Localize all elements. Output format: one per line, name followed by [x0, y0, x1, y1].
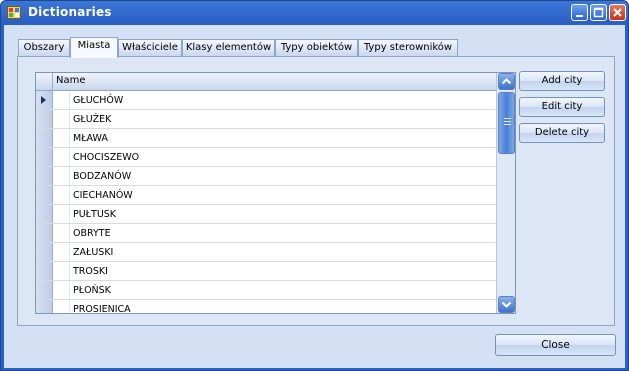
row-header[interactable]: [36, 243, 53, 261]
table-row[interactable]: BODZANÓW: [36, 167, 496, 186]
cities-grid[interactable]: Name GŁUCHÓW GŁUŻEK MŁAWA CHOCISZEWO BOD…: [35, 72, 516, 314]
row-header[interactable]: [36, 224, 53, 242]
row-header[interactable]: [36, 110, 53, 128]
window-title: Dictionaries: [28, 5, 112, 19]
city-cell[interactable]: PUŁTUSK: [73, 209, 116, 220]
close-icon: [613, 8, 622, 17]
city-cell[interactable]: CHOCISZEWO: [73, 152, 139, 163]
dialog-client-area: Obszary Miasta Właściciele Klasy element…: [4, 25, 625, 368]
delete-city-button[interactable]: Delete city: [519, 123, 605, 143]
row-header[interactable]: [36, 148, 53, 166]
app-icon: [7, 6, 21, 19]
table-row[interactable]: GŁUŻEK: [36, 110, 496, 129]
city-cell[interactable]: GŁUŻEK: [73, 114, 111, 125]
chevron-up-icon: [501, 78, 512, 85]
table-row[interactable]: PŁOŃSK: [36, 281, 496, 300]
table-row[interactable]: CIECHANÓW: [36, 186, 496, 205]
current-row-arrow-icon: [41, 96, 46, 104]
close-button[interactable]: Close: [495, 334, 616, 356]
table-row[interactable]: TROSKI: [36, 262, 496, 281]
city-cell[interactable]: MŁAWA: [73, 133, 108, 144]
city-cell[interactable]: PŁOŃSK: [73, 285, 111, 296]
tab-typy-sterownikow[interactable]: Typy sterowników: [358, 39, 458, 56]
city-cell[interactable]: PROSIENICA: [73, 304, 131, 313]
table-row[interactable]: OBRYTE: [36, 224, 496, 243]
vertical-scrollbar[interactable]: [496, 73, 515, 313]
grid-corner: [36, 73, 53, 90]
city-cell[interactable]: GŁUCHÓW: [73, 95, 123, 106]
row-header[interactable]: [36, 129, 53, 147]
scroll-thumb[interactable]: [498, 92, 515, 154]
table-row[interactable]: MŁAWA: [36, 129, 496, 148]
city-cell[interactable]: CIECHANÓW: [73, 190, 133, 201]
maximize-button[interactable]: [590, 4, 607, 21]
dictionaries-window: Dictionaries Obszary Miasta Właściciele …: [0, 0, 629, 371]
table-row[interactable]: CHOCISZEWO: [36, 148, 496, 167]
edit-city-button[interactable]: Edit city: [519, 97, 605, 117]
table-row[interactable]: PROSIENICA: [36, 300, 496, 313]
row-header[interactable]: [36, 91, 53, 109]
row-header[interactable]: [36, 186, 53, 204]
scroll-up-button[interactable]: [498, 73, 515, 90]
tab-wlasciciele[interactable]: Właściciele: [118, 39, 182, 56]
scroll-down-button[interactable]: [498, 296, 515, 313]
city-cell[interactable]: ZAŁUSKI: [73, 247, 113, 258]
table-row[interactable]: GŁUCHÓW: [36, 91, 496, 110]
row-header[interactable]: [36, 300, 53, 313]
close-window-button[interactable]: [609, 4, 626, 21]
row-header[interactable]: [36, 262, 53, 280]
grid-header: Name: [36, 73, 496, 91]
table-row[interactable]: ZAŁUSKI: [36, 243, 496, 262]
city-cell[interactable]: OBRYTE: [73, 228, 111, 239]
add-city-button[interactable]: Add city: [519, 71, 605, 91]
chevron-down-icon: [501, 301, 512, 308]
row-header[interactable]: [36, 205, 53, 223]
maximize-icon: [593, 7, 604, 18]
city-cell[interactable]: BODZANÓW: [73, 171, 131, 182]
tab-panel-miasta: Name GŁUCHÓW GŁUŻEK MŁAWA CHOCISZEWO BOD…: [17, 56, 615, 326]
title-bar[interactable]: Dictionaries: [1, 1, 628, 25]
tab-miasta[interactable]: Miasta: [70, 37, 118, 58]
tab-typy-obiektow[interactable]: Typy obiektów: [275, 39, 358, 56]
tab-klasy-elementow[interactable]: Klasy elementów: [182, 39, 275, 56]
city-cell[interactable]: TROSKI: [73, 266, 108, 277]
column-header-name[interactable]: Name: [56, 75, 86, 86]
tab-obszary[interactable]: Obszary: [18, 39, 70, 56]
row-header[interactable]: [36, 167, 53, 185]
table-row[interactable]: PUŁTUSK: [36, 205, 496, 224]
minimize-icon: [576, 15, 583, 17]
minimize-button[interactable]: [571, 4, 588, 21]
row-header[interactable]: [36, 281, 53, 299]
